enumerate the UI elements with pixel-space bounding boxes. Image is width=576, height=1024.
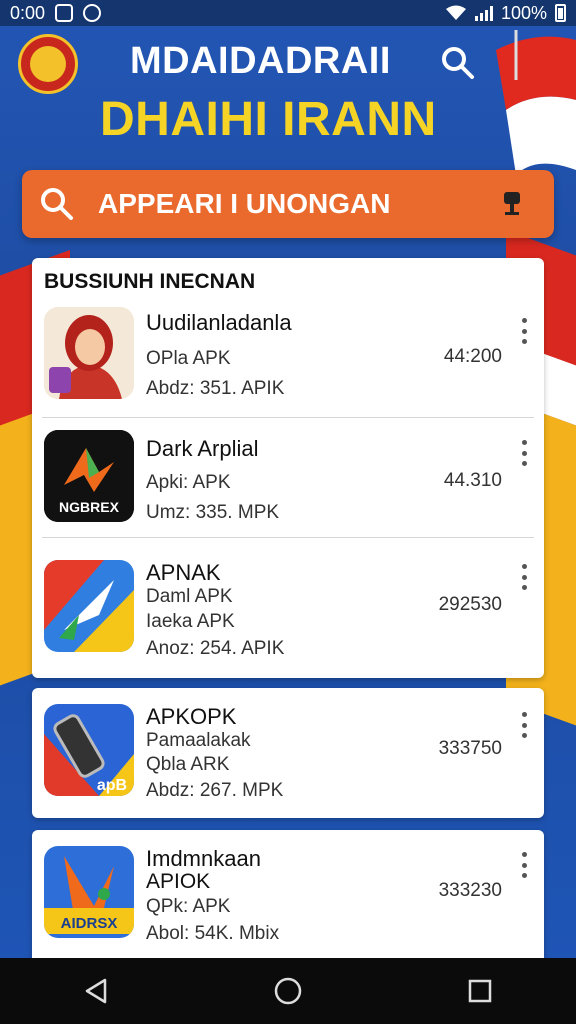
app-name: APKOPK	[146, 704, 237, 729]
recents-icon	[468, 979, 492, 1003]
app-icon: AIDRSX	[44, 846, 134, 938]
app-icon-label: AIDRSX	[61, 915, 118, 932]
app-name: Imdmnkaan	[146, 846, 261, 871]
app-name: Dark Arplial	[146, 436, 259, 461]
app-publisher: Daml APK	[146, 586, 233, 607]
app-publisher: OPla APK	[146, 348, 231, 369]
search-bar[interactable]: APPEARI I UNONGAN	[22, 170, 554, 238]
page-subtitle: DHAIHI IRANN	[100, 93, 437, 146]
battery-icon	[555, 4, 566, 22]
search-icon[interactable]	[440, 45, 476, 81]
app-list-card: BUSSIUNH INECNAN Uudilanladanla OPla APK…	[32, 258, 544, 678]
flag-icon	[496, 30, 576, 170]
recents-button[interactable]	[460, 971, 500, 1011]
app-category: Iaeka APK	[146, 611, 235, 632]
app-size: 44:200	[443, 346, 502, 367]
app-list-card: apB APKOPK Pamaalakak Qbla ARK Abdz: 267…	[32, 688, 544, 818]
app-logo	[18, 34, 78, 94]
app-detail: Umz: 335. MPK	[146, 502, 280, 523]
section-title: BUSSIUNH INECNAN	[44, 270, 256, 293]
app-icon	[44, 307, 134, 399]
search-icon	[41, 188, 73, 220]
search-input[interactable]: APPEARI I UNONGAN	[98, 188, 488, 220]
app-name-line2: APIOK	[146, 870, 211, 893]
list-item[interactable]: AIDRSX Imdmnkaan APIOK QPk: APK Abol: 54…	[32, 830, 544, 950]
more-options-icon[interactable]	[518, 852, 530, 878]
system-nav-bar	[0, 958, 576, 1024]
app-icon: apB	[44, 704, 134, 796]
page-title: MDAIDADRAII	[130, 40, 391, 82]
back-icon	[85, 978, 107, 1004]
app-detail: Abdz: 351. APIK	[146, 378, 285, 399]
more-options-icon[interactable]	[518, 712, 530, 738]
more-options-icon[interactable]	[518, 564, 530, 590]
battery-percent: 100%	[500, 2, 547, 23]
list-item[interactable]: NGBREX Dark Arplial Apki: APK Umz: 335. …	[32, 418, 544, 538]
more-options-icon[interactable]	[518, 318, 530, 344]
message-icon	[83, 4, 102, 22]
app-detail: Anoz: 254. APIK	[146, 638, 285, 659]
app-size: 333230	[438, 880, 502, 901]
app-list-card: AIDRSX Imdmnkaan APIOK QPk: APK Abol: 54…	[32, 830, 544, 960]
app-size: 333750	[438, 738, 502, 759]
divider	[42, 537, 534, 538]
app-size: 44.310	[443, 470, 502, 491]
notification-icon	[55, 4, 74, 22]
app-detail: Abdz: 267. MPK	[146, 780, 284, 801]
home-icon	[274, 977, 302, 1005]
app-icon-label: NGBREX	[59, 499, 120, 515]
back-button[interactable]	[76, 971, 116, 1011]
home-button[interactable]	[268, 971, 308, 1011]
app-size: 292530	[438, 594, 502, 615]
app-publisher: QPk: APK	[146, 896, 231, 917]
status-time: 0:00	[10, 2, 46, 23]
app-name: APNAK	[146, 560, 221, 585]
list-item[interactable]: apB APKOPK Pamaalakak Qbla ARK Abdz: 267…	[32, 688, 544, 808]
list-item[interactable]: Uudilanladanla OPla APK Abdz: 351. APIK …	[32, 298, 544, 418]
app-publisher: Apki: APK	[146, 472, 231, 493]
app-category: Qbla ARK	[146, 754, 230, 775]
status-bar: 0:00 100%	[0, 0, 576, 26]
mic-button[interactable]	[488, 182, 536, 226]
app-name: Uudilanladanla	[146, 310, 292, 335]
app-icon-label: apB	[97, 777, 127, 794]
more-options-icon[interactable]	[518, 440, 530, 466]
list-item[interactable]: APNAK Daml APK Iaeka APK Anoz: 254. APIK…	[32, 542, 544, 662]
mic-icon	[504, 192, 520, 215]
app-detail: Abol: 54K. Mbix	[146, 923, 280, 944]
signal-icon	[474, 5, 493, 21]
app-publisher: Pamaalakak	[146, 730, 251, 751]
app-icon	[44, 560, 134, 652]
wifi-icon	[445, 5, 466, 20]
app-icon: NGBREX	[44, 430, 134, 522]
